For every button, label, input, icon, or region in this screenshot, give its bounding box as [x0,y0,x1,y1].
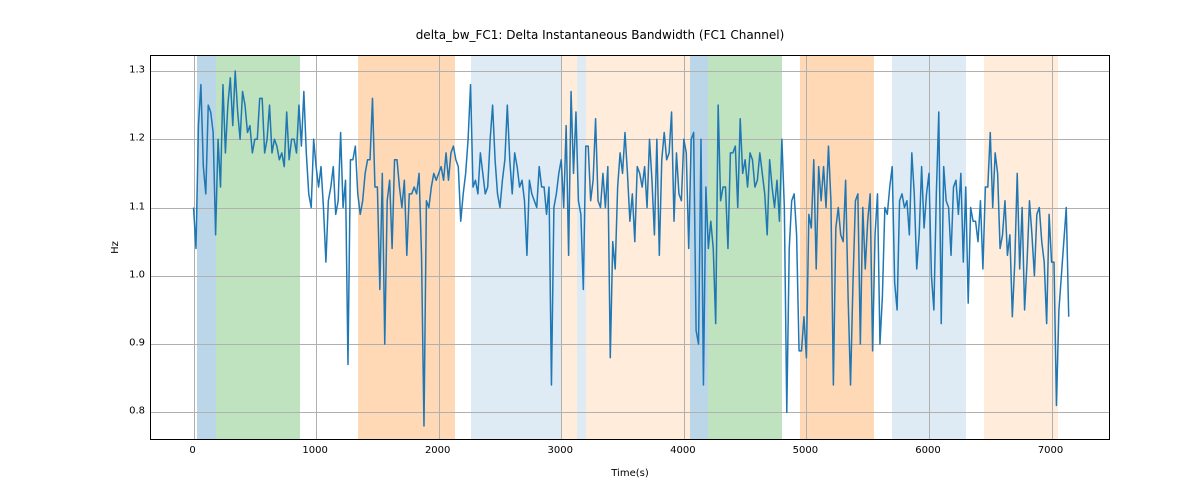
plot-area [150,55,1110,440]
y-axis-label: Hz [108,55,122,440]
x-tick-label: 7000 [1038,445,1063,456]
x-axis-label: Time(s) [150,468,1110,479]
x-tick-label: 6000 [915,445,940,456]
chart-title: delta_bw_FC1: Delta Instantaneous Bandwi… [0,28,1200,42]
x-tick-label: 5000 [793,445,818,456]
chart-figure: delta_bw_FC1: Delta Instantaneous Bandwi… [0,0,1200,500]
x-tick-label: 4000 [670,445,695,456]
x-tick-label: 3000 [548,445,573,456]
x-tick-label: 0 [189,445,195,456]
x-tick-label: 2000 [425,445,450,456]
x-tick-label: 1000 [302,445,327,456]
data-line [151,56,1110,440]
